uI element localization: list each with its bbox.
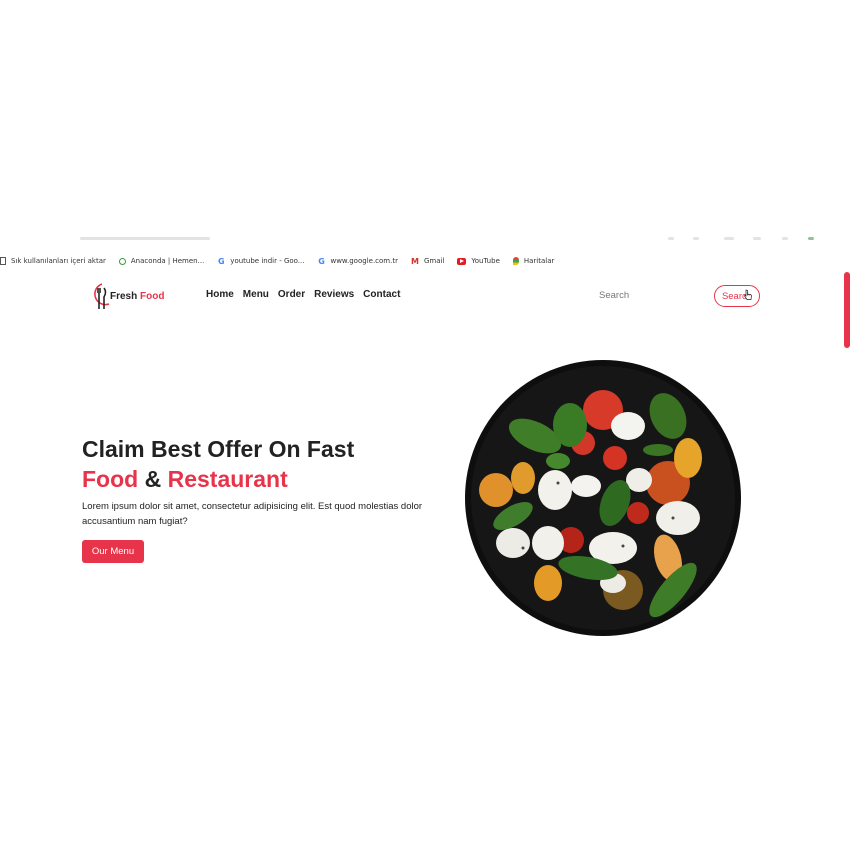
fork-knife-logo-icon (94, 283, 110, 309)
logo-word-fresh: Fresh (110, 290, 138, 302)
hero-title: Claim Best Offer On Fast Food & Restaura… (82, 434, 354, 494)
bookmark-anaconda[interactable]: Anaconda | Hemen... (118, 257, 205, 265)
main-nav: Home Menu Order Reviews Contact (206, 289, 409, 300)
nav-contact[interactable]: Contact (363, 289, 400, 300)
hero-description: Lorem ipsum dolor sit amet, consectetur … (82, 501, 423, 527)
bookmark-label: Anaconda | Hemen... (130, 257, 205, 265)
bookmark-label: YouTube (471, 257, 500, 265)
maps-icon (512, 257, 519, 265)
logo-word-food: Food (140, 290, 165, 302)
toolbar-icon-blur (753, 237, 761, 240)
salad-plate-image (465, 360, 741, 636)
bookmark-label: Haritalar (523, 257, 555, 265)
bookmark-label: www.google.com.tr (330, 257, 398, 265)
hero-title-restaurant: Restaurant (167, 466, 288, 492)
gmail-icon: M (410, 257, 419, 266)
bookmark-youtube-indir[interactable]: G youtube indir - Goo... (217, 257, 305, 266)
nav-order[interactable]: Order (278, 289, 305, 300)
profile-icon-blur (808, 237, 814, 240)
hero-title-amp: & (144, 466, 162, 492)
hero-title-food: Food (82, 466, 139, 492)
import-icon (0, 257, 6, 265)
hand-cursor-icon (744, 289, 752, 300)
address-bar-blur (80, 237, 210, 240)
logo-text: Fresh Food (110, 291, 164, 302)
toolbar-icon-blur (693, 237, 699, 240)
nav-reviews[interactable]: Reviews (314, 289, 354, 300)
search-input[interactable] (593, 286, 713, 304)
bookmark-label: youtube indir - Goo... (230, 257, 305, 265)
browser-toolbar-fragment (0, 232, 864, 246)
nav-home[interactable]: Home (206, 289, 234, 300)
bookmark-gmail[interactable]: M Gmail (410, 257, 445, 266)
bookmarks-bar: Sık kullanılanları içeri aktar Anaconda … (0, 253, 864, 269)
toolbar-icon-blur (668, 237, 674, 240)
hero-title-line1: Claim Best Offer On Fast (82, 436, 355, 462)
nav-menu[interactable]: Menu (243, 289, 269, 300)
toolbar-icon-blur (724, 237, 734, 240)
bookmark-label: Gmail (423, 257, 445, 265)
scrollbar-thumb[interactable] (844, 272, 850, 348)
bookmark-label: Sık kullanılanları içeri aktar (11, 257, 106, 265)
search-button[interactable]: Search (714, 285, 760, 307)
bookmark-google[interactable]: G www.google.com.tr (317, 257, 398, 266)
bookmark-maps[interactable]: Haritalar (512, 257, 555, 265)
youtube-icon (457, 257, 467, 265)
site-logo[interactable]: Fresh Food (92, 282, 164, 310)
google-icon: G (318, 257, 325, 266)
our-menu-button[interactable]: Our Menu (82, 540, 144, 563)
anaconda-icon (118, 257, 126, 265)
toolbar-icon-blur (782, 237, 788, 240)
google-icon: G (218, 257, 225, 266)
bookmark-youtube[interactable]: YouTube (457, 257, 500, 265)
bookmark-import[interactable]: Sık kullanılanları içeri aktar (0, 257, 106, 265)
